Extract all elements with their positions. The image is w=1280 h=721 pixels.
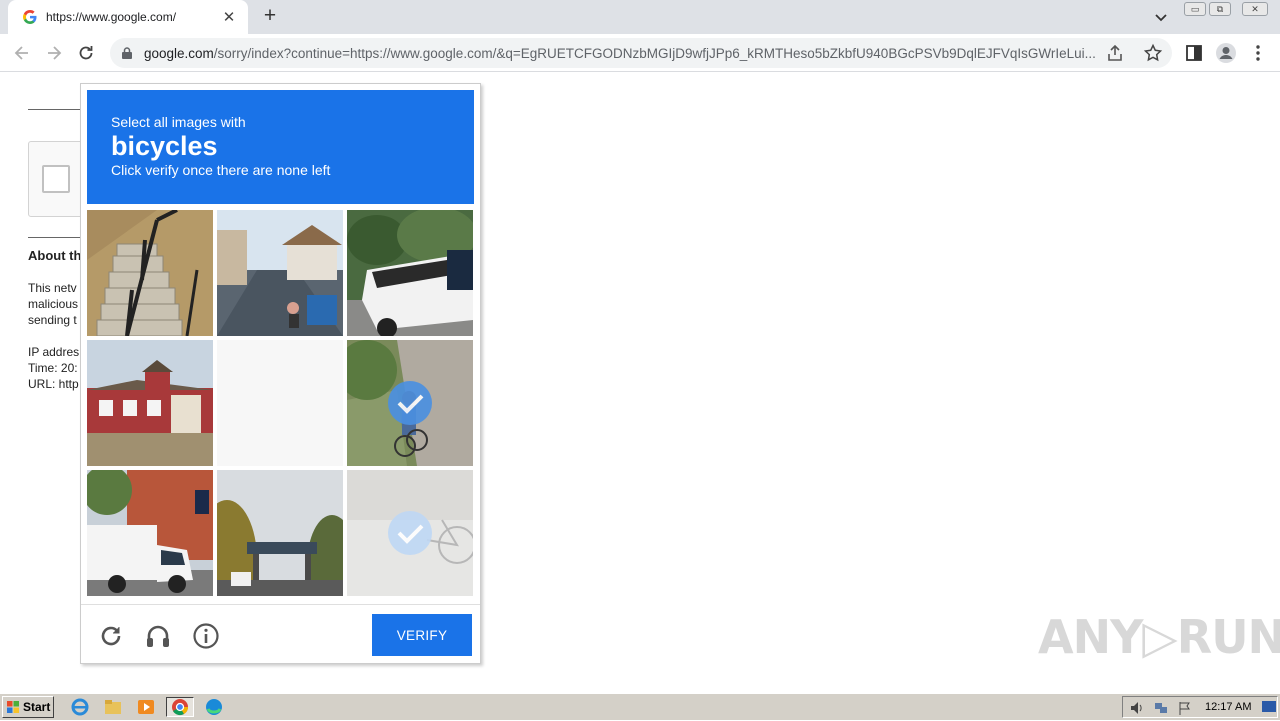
- chrome-taskbar-button[interactable]: [166, 697, 194, 717]
- tab-strip: https://www.google.com/ ✕ + ▭ ⧉ ✕: [0, 0, 1280, 34]
- chevron-down-icon[interactable]: [1152, 8, 1170, 26]
- image-tile[interactable]: [217, 470, 343, 596]
- stairs-image: [87, 210, 213, 336]
- folder-icon[interactable]: [101, 697, 125, 717]
- page-text-line: sending t: [28, 313, 77, 327]
- selected-check-icon: [388, 511, 432, 555]
- challenge-target: bicycles: [111, 131, 218, 161]
- share-icon[interactable]: [1105, 43, 1125, 63]
- new-tab-button[interactable]: +: [258, 5, 282, 29]
- verify-button[interactable]: VERIFY: [372, 614, 472, 656]
- recaptcha-checkbox-box: [28, 141, 88, 217]
- window-close-button[interactable]: ✕: [1242, 2, 1268, 16]
- flag-icon[interactable]: [1177, 700, 1193, 716]
- page-text-line: malicious: [28, 297, 79, 311]
- footer-divider: [81, 604, 480, 605]
- back-icon[interactable]: [12, 43, 32, 63]
- profile-avatar-icon[interactable]: [1215, 42, 1237, 64]
- selected-check-icon: [388, 381, 432, 425]
- tab-close-icon[interactable]: ✕: [220, 8, 238, 26]
- image-tile-loading[interactable]: [217, 340, 343, 466]
- show-desktop-icon[interactable]: [1261, 700, 1277, 714]
- image-tile[interactable]: [87, 340, 213, 466]
- start-label: Start: [23, 700, 51, 714]
- bridge-image: [217, 470, 343, 596]
- page-text-line: This netv: [28, 281, 77, 295]
- chrome-icon: [172, 699, 189, 716]
- image-grid: [87, 210, 474, 596]
- address-bar[interactable]: google.com/sorry/index?continue=https://…: [110, 38, 1172, 68]
- taskbar: Start 12:17 AM: [0, 693, 1280, 720]
- browser-toolbar: google.com/sorry/index?continue=https://…: [0, 34, 1280, 72]
- audio-challenge-icon[interactable]: [144, 622, 172, 650]
- side-panel-icon[interactable]: [1183, 42, 1205, 64]
- challenge-banner: Select all images with bicycles Click ve…: [87, 90, 474, 204]
- minimize-button[interactable]: ▭: [1184, 2, 1206, 16]
- about-heading: About th: [28, 248, 80, 263]
- bookmark-star-icon[interactable]: [1143, 43, 1163, 63]
- tab-title: https://www.google.com/: [46, 10, 177, 24]
- page-text-line: URL: http: [28, 377, 79, 391]
- recaptcha-challenge: Select all images with bicycles Click ve…: [80, 83, 481, 664]
- url-text[interactable]: google.com/sorry/index?continue=https://…: [144, 46, 1096, 61]
- image-tile[interactable]: [347, 210, 473, 336]
- truck-image: [347, 210, 473, 336]
- forward-icon[interactable]: [44, 43, 64, 63]
- windows-logo-icon: [7, 701, 19, 713]
- google-favicon-icon: [23, 10, 37, 24]
- more-menu-icon[interactable]: [1247, 42, 1269, 64]
- house-image: [87, 340, 213, 466]
- start-button[interactable]: Start: [2, 696, 54, 718]
- media-player-icon[interactable]: [134, 697, 158, 717]
- page-text-line: Time: 20:: [28, 361, 78, 375]
- challenge-instruction: Click verify once there are none left: [111, 162, 331, 178]
- system-tray: [1122, 696, 1278, 718]
- network-icon[interactable]: [1153, 700, 1169, 716]
- image-tile-selected[interactable]: [347, 470, 473, 596]
- edge-icon[interactable]: [202, 697, 226, 717]
- taskbar-clock: 12:17 AM: [1205, 701, 1252, 713]
- restore-button[interactable]: ⧉: [1209, 2, 1231, 16]
- reload-challenge-icon[interactable]: [97, 622, 125, 650]
- page-text-line: IP addres: [28, 345, 80, 359]
- street-image: [217, 210, 343, 336]
- page-divider: [28, 237, 80, 238]
- image-tile[interactable]: [217, 210, 343, 336]
- reload-icon[interactable]: [76, 43, 96, 63]
- tab-google[interactable]: https://www.google.com/ ✕: [8, 0, 248, 34]
- van-image: [87, 470, 213, 596]
- volume-icon[interactable]: [1129, 700, 1145, 716]
- lock-icon[interactable]: [120, 46, 134, 60]
- challenge-prompt: Select all images with: [111, 114, 246, 130]
- image-tile[interactable]: [87, 470, 213, 596]
- image-tile[interactable]: [87, 210, 213, 336]
- ie-icon[interactable]: [68, 697, 92, 717]
- info-icon[interactable]: [192, 622, 220, 650]
- page-divider: [28, 109, 80, 110]
- recaptcha-checkbox[interactable]: [42, 165, 70, 193]
- anyrun-watermark: ANY▷RUN: [1038, 610, 1280, 664]
- image-tile-selected[interactable]: [347, 340, 473, 466]
